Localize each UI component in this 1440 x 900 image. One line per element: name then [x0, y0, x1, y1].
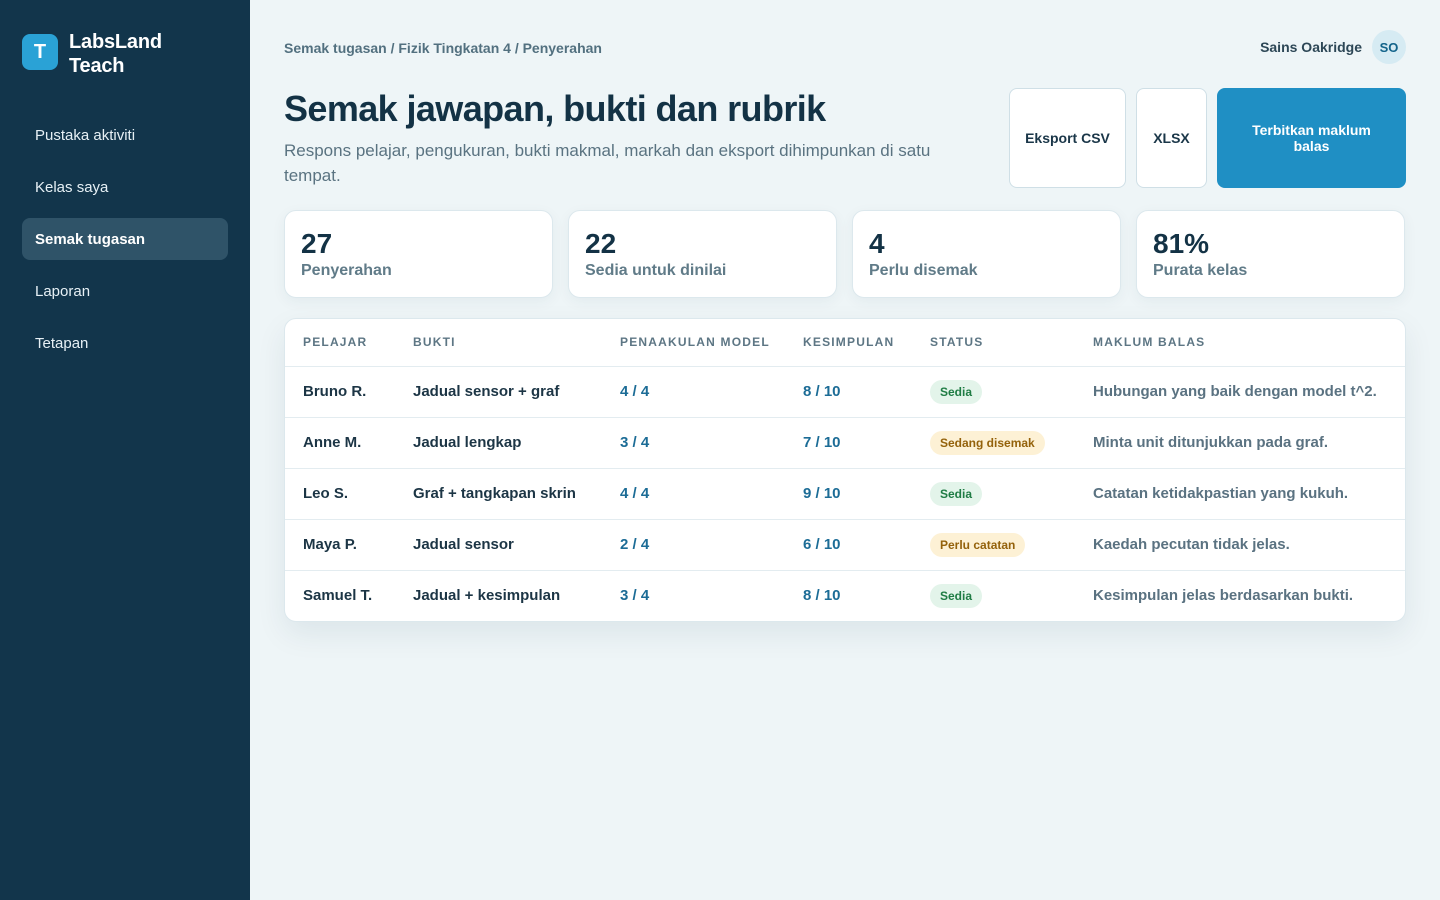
stat-label: Perlu disemak [869, 262, 978, 279]
student-name: Leo S. [285, 468, 395, 520]
conclusion-score: 9 / 10 [785, 468, 912, 520]
stat-value: 27 [301, 228, 333, 259]
breadcrumb[interactable]: Semak tugasan / Fizik Tingkatan 4 / Peny… [284, 40, 602, 56]
stat-card-submissions: 27 Penyerahan [284, 210, 553, 298]
page-header: Semak jawapan, bukti dan rubrik Respons … [284, 88, 1406, 210]
status-cell: Sedia [912, 468, 1075, 520]
status-badge: Sedia [930, 481, 983, 506]
sidebar: T LabsLand Teach Pustaka aktiviti Kelas … [0, 0, 250, 900]
column-header-status[interactable]: STATUS [912, 319, 1075, 367]
stat-value: 4 [869, 228, 885, 259]
evidence-cell: Jadual sensor + graf [395, 366, 602, 418]
stat-label: Penyerahan [301, 262, 392, 279]
evidence-cell: Jadual lengkap [395, 417, 602, 469]
column-header-evidence[interactable]: BUKTI [395, 319, 602, 367]
publish-feedback-button[interactable]: Terbitkan maklum balas [1217, 88, 1406, 188]
status-cell: Sedia [912, 366, 1075, 418]
submissions-table: PELAJAR BUKTI PENAAKULAN MODEL KESIMPULA… [285, 319, 1405, 621]
conclusion-score: 8 / 10 [803, 587, 841, 605]
page-subtitle: Respons pelajar, pengukuran, bukti makma… [284, 141, 931, 185]
status-badge: Sedia [930, 583, 983, 608]
feedback-cell: Hubungan yang baik dengan model t^2. [1075, 366, 1405, 418]
submissions-table-card: PELAJAR BUKTI PENAAKULAN MODEL KESIMPULA… [284, 318, 1406, 622]
student-name: Anne M. [285, 417, 395, 469]
user-name: Sains Oakridge [1260, 39, 1362, 55]
model-score: 2 / 4 [602, 519, 785, 571]
table-row[interactable]: Bruno R. Jadual sensor + graf 4 / 4 8 / … [285, 366, 1405, 418]
sidebar-item-semak-tugasan[interactable]: Semak tugasan [22, 218, 228, 260]
conclusion-score: 8 / 10 [785, 366, 912, 418]
feedback-cell: Kaedah pecutan tidak jelas. [1075, 519, 1405, 571]
status-badge: Perlu catatan [930, 532, 1026, 557]
model-score: 3 / 4 [620, 587, 650, 605]
evidence-cell: Jadual sensor [395, 519, 602, 571]
table-row[interactable]: Anne M. Jadual lengkap 3 / 4 7 / 10 Seda… [285, 417, 1405, 469]
sidebar-item-tetapan[interactable]: Tetapan [22, 322, 228, 364]
stats-row: 27 Penyerahan 22 Sedia untuk dinilai 4 P… [284, 210, 1406, 298]
model-score: 4 / 4 [602, 468, 785, 520]
export-csv-button[interactable]: Eksport CSV [1009, 88, 1126, 188]
brand[interactable]: T LabsLand Teach [22, 30, 228, 78]
main-content: Semak tugasan / Fizik Tingkatan 4 / Peny… [284, 0, 1406, 622]
evidence-cell: Graf + tangkapan skrin [395, 468, 602, 520]
status-cell: Sedang disemak [912, 417, 1075, 469]
model-score: 3 / 4 [602, 417, 785, 469]
student-name: Bruno R. [285, 366, 395, 418]
stat-value: 22 [585, 228, 617, 259]
model-score: 4 / 4 [602, 366, 785, 418]
evidence-cell: Jadual + kesimpulan [413, 587, 561, 605]
sidebar-item-kelas-saya[interactable]: Kelas saya [22, 166, 228, 208]
stat-label: Purata kelas [1153, 262, 1248, 279]
user-menu[interactable]: Sains Oakridge SO [1260, 30, 1406, 64]
sidebar-nav: Pustaka aktiviti Kelas saya Semak tugasa… [22, 114, 228, 364]
student-name: Maya P. [285, 519, 395, 571]
stat-card-ready: 22 Sedia untuk dinilai [568, 210, 837, 298]
column-header-student[interactable]: PELAJAR [285, 319, 395, 367]
logo-icon: T [22, 34, 58, 70]
column-header-model-reasoning[interactable]: PENAAKULAN MODEL [602, 319, 785, 367]
student-name: Samuel T. [303, 587, 373, 605]
stat-label: Sedia untuk dinilai [585, 262, 727, 279]
action-buttons: Eksport CSV XLSX Terbitkan maklum balas [1009, 88, 1406, 188]
export-xlsx-button[interactable]: XLSX [1136, 88, 1207, 188]
status-cell: Perlu catatan [912, 519, 1075, 571]
app-name-line1: LabsLand [69, 31, 162, 53]
status-badge: Sedia [930, 379, 983, 404]
feedback-cell: Catatan ketidakpastian yang kukuh. [1075, 468, 1405, 520]
app-name: LabsLand Teach [69, 30, 162, 78]
avatar[interactable]: SO [1372, 30, 1406, 64]
sidebar-item-laporan[interactable]: Laporan [22, 270, 228, 312]
column-header-feedback[interactable]: MAKLUM BALAS [1075, 319, 1405, 367]
app-name-line2: Teach [69, 55, 125, 77]
table-row[interactable]: Maya P. Jadual sensor 2 / 4 6 / 10 Perlu… [285, 519, 1405, 571]
stat-value: 81% [1153, 228, 1210, 259]
stat-card-needs-review: 4 Perlu disemak [852, 210, 1121, 298]
table-row[interactable]: Samuel T. Jadual + kesimpulan 3 / 4 8 / … [285, 570, 1405, 621]
conclusion-score: 6 / 10 [785, 519, 912, 571]
column-header-conclusion[interactable]: KESIMPULAN [785, 319, 912, 367]
status-cell: Sedia [912, 570, 1075, 621]
stat-card-class-average: 81% Purata kelas [1136, 210, 1405, 298]
table-header-row: PELAJAR BUKTI PENAAKULAN MODEL KESIMPULA… [285, 319, 1405, 367]
feedback-cell: Kesimpulan jelas berdasarkan bukti. [1093, 587, 1354, 605]
table-row[interactable]: Leo S. Graf + tangkapan skrin 4 / 4 9 / … [285, 468, 1405, 520]
feedback-cell: Minta unit ditunjukkan pada graf. [1075, 417, 1405, 469]
top-bar: Semak tugasan / Fizik Tingkatan 4 / Peny… [284, 0, 1406, 96]
sidebar-item-pustaka-aktiviti[interactable]: Pustaka aktiviti [22, 114, 228, 156]
page-title: Semak jawapan, bukti dan rubrik [284, 88, 826, 129]
status-badge: Sedang disemak [930, 430, 1045, 455]
conclusion-score: 7 / 10 [785, 417, 912, 469]
